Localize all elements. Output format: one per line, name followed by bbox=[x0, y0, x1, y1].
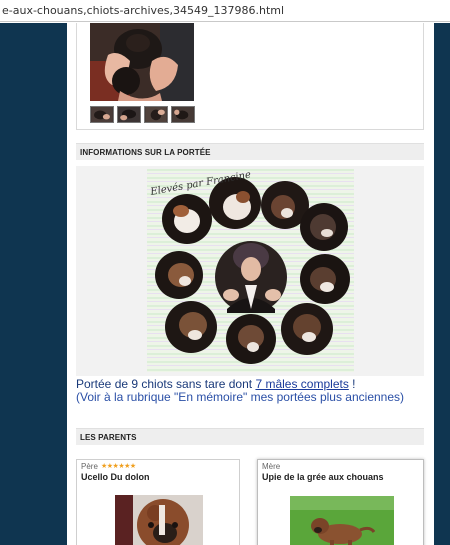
main-photo[interactable] bbox=[90, 23, 194, 101]
males-link[interactable]: 7 mâles complets bbox=[255, 377, 348, 391]
litter-text-before: Portée de 9 chiots sans tare dont bbox=[76, 377, 256, 391]
content-column: INFORMATIONS SUR LA PORTÉE Elevés par Fr… bbox=[67, 23, 434, 545]
thumbnail-4[interactable] bbox=[171, 106, 195, 123]
father-name[interactable]: Ucello Du dolon bbox=[81, 472, 150, 482]
father-role: Père bbox=[81, 462, 98, 471]
father-card[interactable]: Père ★★★★★★ Ucello Du dolon bbox=[76, 459, 240, 545]
litter-description: Portée de 9 chiots sans tare dont 7 mâle… bbox=[76, 378, 424, 404]
thumbnail-2[interactable] bbox=[117, 106, 141, 123]
litter-info-header: INFORMATIONS SUR LA PORTÉE bbox=[76, 143, 424, 160]
thumbnail-3[interactable] bbox=[144, 106, 168, 123]
mother-role: Mère bbox=[262, 462, 281, 471]
thumbnail-1[interactable] bbox=[90, 106, 114, 123]
page-background: INFORMATIONS SUR LA PORTÉE Elevés par Fr… bbox=[0, 23, 450, 545]
father-stars-icon: ★★★★★★ bbox=[101, 463, 136, 470]
address-bar[interactable]: e-aux-chouans,chiots-archives,34549_1379… bbox=[0, 0, 450, 22]
mother-photo[interactable] bbox=[290, 496, 394, 545]
parents-header: LES PARENTS bbox=[76, 428, 424, 445]
puppies-collage[interactable]: Elevés par Francine bbox=[147, 169, 354, 372]
mother-card[interactable]: Mère Upie de la grée aux chouans bbox=[257, 459, 424, 545]
url-text[interactable]: e-aux-chouans,chiots-archives,34549_1379… bbox=[2, 4, 284, 17]
mother-name[interactable]: Upie de la grée aux chouans bbox=[262, 472, 384, 482]
father-photo[interactable] bbox=[115, 495, 203, 545]
litter-note: (Voir à la rubrique "En mémoire" mes por… bbox=[76, 390, 405, 404]
litter-photo-panel: Elevés par Francine bbox=[76, 166, 424, 376]
litter-text-after: ! bbox=[348, 377, 356, 391]
photo-gallery bbox=[76, 23, 424, 130]
